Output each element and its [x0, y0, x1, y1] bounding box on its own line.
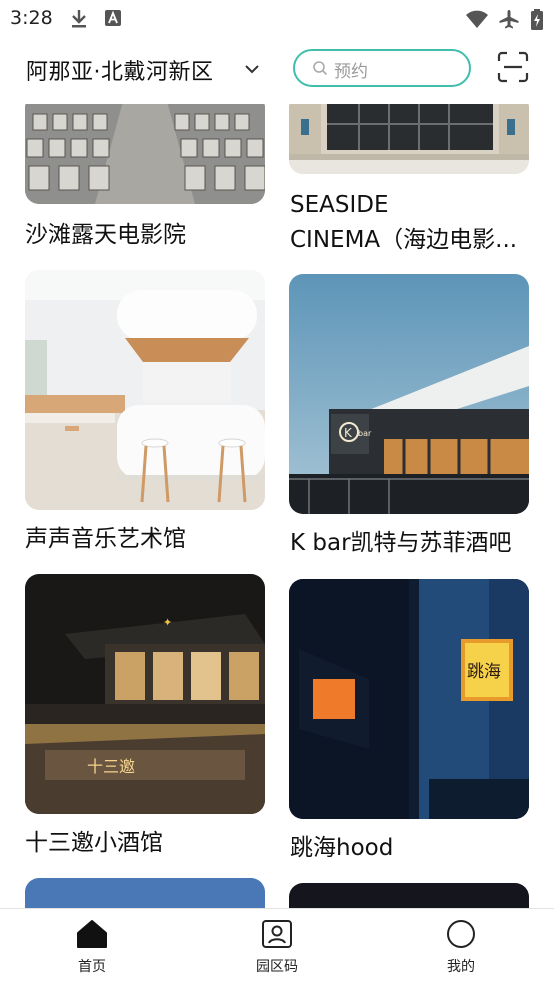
nav-label-park-code: 园区码 [256, 959, 298, 975]
card-image-seaside-cinema[interactable] [289, 104, 529, 174]
svg-text:K: K [344, 426, 353, 440]
battery-icon [530, 9, 544, 35]
venue-feed[interactable]: 沙滩露天电影院 SEASIDE CINEMA（海边电影... 声声音乐艺术馆 K… [0, 104, 554, 908]
header-bar: 阿那亚·北戴河新区 预约 [0, 38, 554, 104]
profile-circle-icon [445, 919, 477, 953]
card-title-music-gallery[interactable]: 声声音乐艺术馆 [25, 522, 275, 557]
nav-label-home: 首页 [78, 959, 106, 975]
card-image-music-gallery[interactable] [25, 270, 265, 510]
wifi-icon [465, 9, 489, 33]
card-image-kbar[interactable]: K bar [289, 274, 529, 514]
card-title-seaside-line2[interactable]: CINEMA（海边电影... [290, 223, 530, 258]
card-image-next-right[interactable] [289, 883, 529, 908]
chevron-down-icon[interactable] [244, 60, 260, 79]
nav-mine[interactable]: 我的 [401, 909, 521, 985]
badge-id-icon [261, 919, 293, 953]
nav-home[interactable]: 首页 [32, 909, 152, 985]
location-selector[interactable]: 阿那亚·北戴河新区 [26, 54, 214, 86]
thirteen-sign-text: 十三邀 [87, 757, 135, 776]
card-image-beach-cinema[interactable] [25, 104, 265, 204]
nav-park-code[interactable]: 园区码 [217, 909, 337, 985]
search-icon [312, 60, 328, 80]
status-time: 3:28 [10, 7, 53, 29]
download-icon [70, 9, 88, 33]
search-placeholder: 预约 [334, 62, 368, 82]
home-icon [76, 919, 108, 953]
card-title-thirteen-bar[interactable]: 十三邀小酒馆 [25, 826, 275, 861]
jump-sea-sign-text: 跳海 [467, 662, 501, 682]
card-image-next-left[interactable] [25, 878, 265, 908]
status-bar: 3:28 [0, 0, 554, 38]
scan-icon[interactable] [497, 51, 529, 87]
card-title-kbar[interactable]: K bar凯特与苏菲酒吧 [290, 526, 530, 561]
text-badge-icon [104, 9, 122, 31]
airplane-mode-icon [498, 9, 520, 33]
card-image-thirteen-bar[interactable]: ✦ 十三邀 [25, 574, 265, 814]
card-title-seaside-line1[interactable]: SEASIDE [290, 188, 530, 223]
nav-label-mine: 我的 [447, 959, 475, 975]
kbar-sign-text: bar [358, 429, 372, 438]
bottom-nav: 首页 园区码 我的 [0, 908, 554, 985]
card-title-jump-sea[interactable]: 跳海hood [290, 831, 530, 866]
svg-text:✦: ✦ [163, 616, 172, 629]
card-image-jump-sea[interactable]: 跳海 [289, 579, 529, 819]
search-input[interactable]: 预约 [293, 49, 471, 87]
card-title-beach-cinema[interactable]: 沙滩露天电影院 [25, 218, 275, 253]
